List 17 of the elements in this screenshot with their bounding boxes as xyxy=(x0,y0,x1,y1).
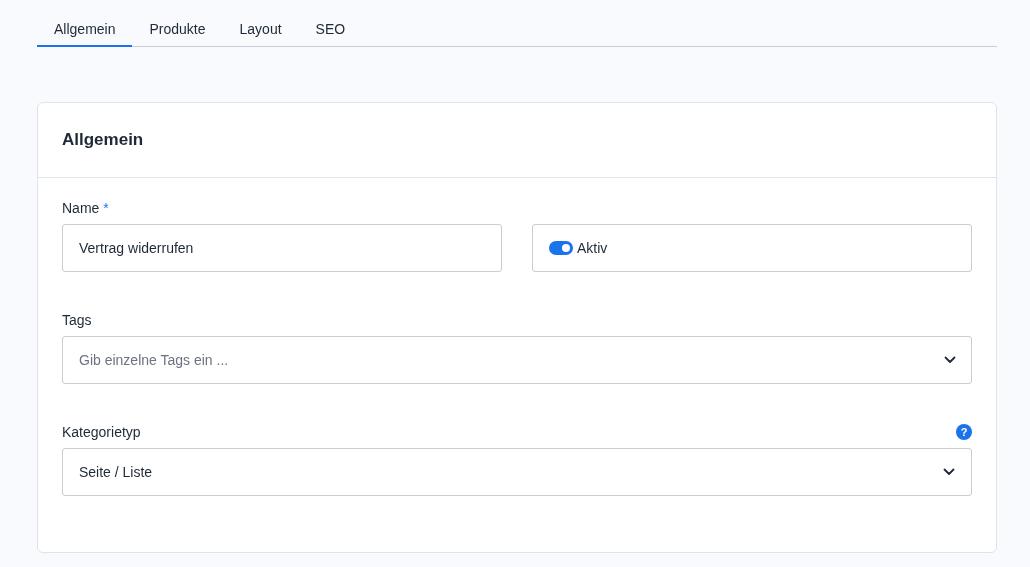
field-label: Tags xyxy=(62,312,92,328)
toggle-switch[interactable] xyxy=(549,241,573,255)
toggle-label: Aktiv xyxy=(577,240,608,256)
tab[interactable]: SEO xyxy=(298,12,363,47)
help-icon[interactable]: ? xyxy=(956,424,972,440)
input-field[interactable]: Vertrag widerrufen xyxy=(62,224,502,272)
required-mark: * xyxy=(103,200,109,216)
tab[interactable]: Produkte xyxy=(132,12,223,47)
card-title: Allgemein xyxy=(62,130,144,149)
category-select[interactable]: Seite / Liste xyxy=(62,448,972,496)
tab[interactable]: Allgemein xyxy=(37,12,133,47)
field-label: Name xyxy=(62,200,100,216)
chevron-down-icon xyxy=(943,468,955,476)
field-label: Kategorietyp xyxy=(62,424,141,440)
tags-field[interactable]: Gib einzelne Tags ein ... xyxy=(62,336,972,384)
chevron-down-icon xyxy=(944,356,956,364)
tab[interactable]: Layout xyxy=(222,12,299,47)
